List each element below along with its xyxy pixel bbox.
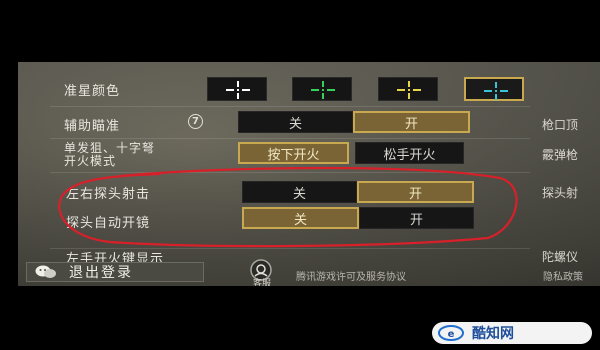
logout-button[interactable]: 退出登录 [26,262,204,282]
watermark: e 酷知网 [432,322,592,344]
fire-mode-label: 单发狙、十字弩 开火模式 [64,142,155,168]
help-icon[interactable]: 7 [188,114,203,129]
watermark-logo-icon: e [438,325,464,341]
fire-mode-label-line2: 开火模式 [64,154,117,168]
peek-shoot-off-option[interactable]: 关 [242,181,357,203]
crosshair-color-swatch[interactable] [464,77,524,101]
divider [50,138,530,139]
aim-assist-toggle[interactable]: 关 开 [238,111,470,133]
right-item-3: 探头射 [542,186,579,200]
crosshair-color-swatch[interactable] [207,77,267,101]
peek-auto-scope-label: 探头自动开镜 [66,216,151,231]
watermark-text: 酷知网 [472,326,514,342]
svg-text:e: e [448,329,455,340]
divider [50,106,530,107]
peek-auto-scope-off-option[interactable]: 关 [242,207,359,229]
right-item-4: 陀螺仪 [542,250,579,264]
peek-shoot-toggle[interactable]: 关 开 [242,181,474,203]
fire-mode-press-option[interactable]: 按下开火 [238,142,349,164]
peek-shoot-on-option[interactable]: 开 [357,181,474,203]
crosshair-icon [226,81,250,99]
privacy-link[interactable]: 隐私政策 [543,268,583,283]
crosshair-color-swatch[interactable] [378,77,438,101]
peek-auto-scope-toggle[interactable]: 关 开 [242,207,474,229]
logout-label: 退出登录 [69,265,133,281]
fire-mode-release-option[interactable]: 松手开火 [355,142,464,164]
peek-auto-scope-on-option[interactable]: 开 [359,207,474,229]
aim-assist-label: 辅助瞄准 [64,119,121,134]
aim-assist-off-option[interactable]: 关 [238,111,353,133]
crosshair-color-label: 准星颜色 [64,84,121,99]
crosshair-icon [484,82,508,100]
divider [50,172,530,173]
peek-shoot-label: 左右探头射击 [66,187,151,202]
crosshair-icon [397,81,421,99]
right-item-1: 枪口顶 [542,118,579,132]
crosshair-icon [311,81,335,99]
screen-top-border [0,0,600,62]
aim-assist-on-option[interactable]: 开 [353,111,470,133]
right-item-2: 霰弹枪 [542,148,579,162]
wechat-icon [35,265,56,278]
crosshair-color-swatch[interactable] [292,77,352,101]
fire-mode-toggle[interactable]: 按下开火 松手开火 [238,142,464,164]
agreement-link[interactable]: 腾讯游戏许可及服务协议 [296,268,406,283]
